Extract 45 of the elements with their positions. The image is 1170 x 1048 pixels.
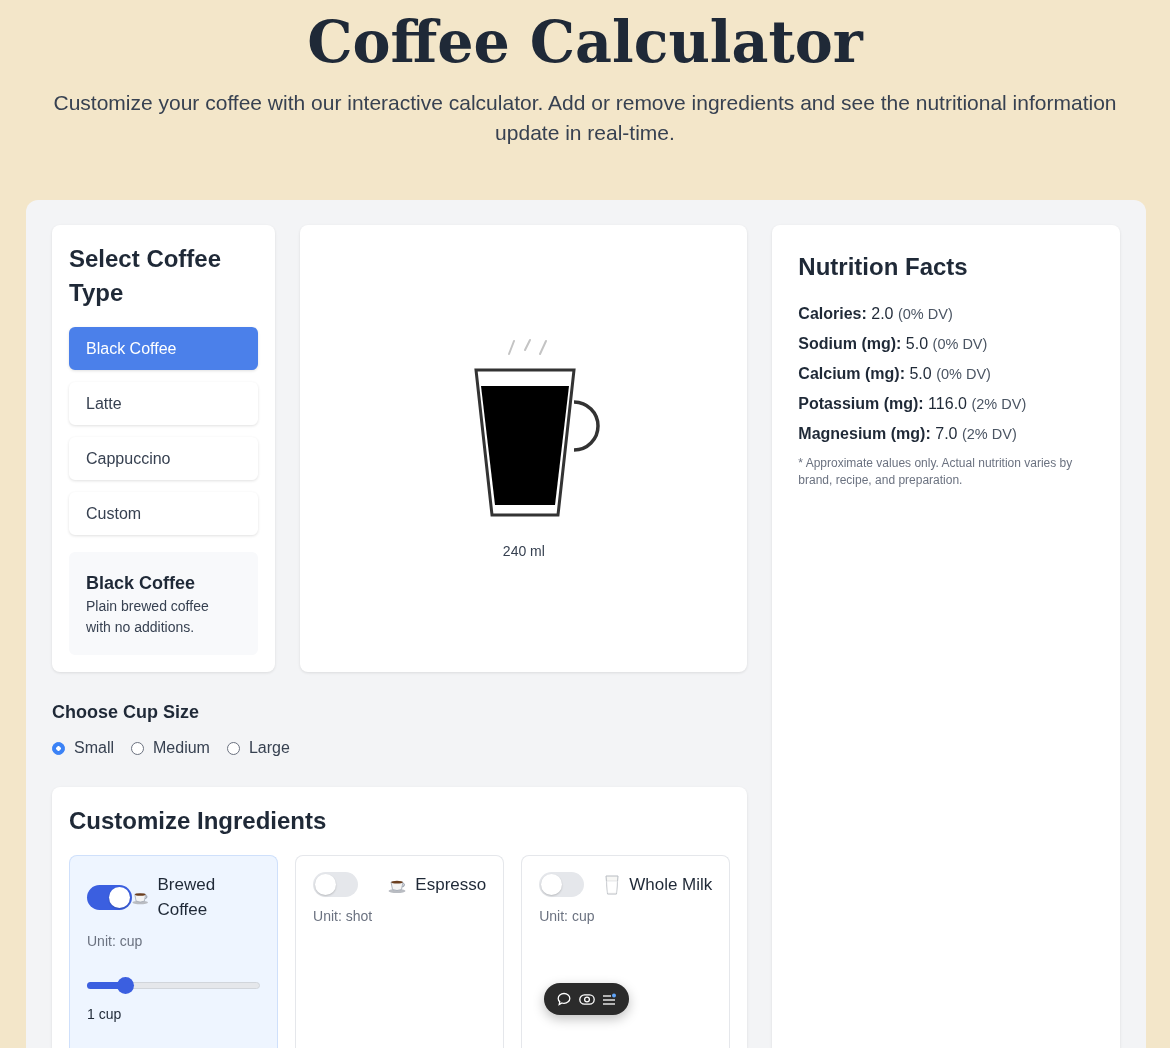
coffee-type-button[interactable]: Custom xyxy=(69,492,259,535)
coffee-type-button[interactable]: Latte xyxy=(69,382,259,425)
page-title: Coffee Calculator xyxy=(306,8,865,75)
ingredient-name: Espresso xyxy=(415,874,487,896)
description-text: Plain brewed coffee with no additions. xyxy=(86,597,210,637)
menu-icon xyxy=(601,992,616,1006)
chat-bubble-icon xyxy=(557,992,572,1006)
section-title: Nutrition Facts xyxy=(798,252,969,282)
slider-thumb[interactable] xyxy=(117,977,135,994)
section-title: Customize Ingredients xyxy=(69,806,328,836)
toggle-switch[interactable] xyxy=(539,872,585,897)
section-title: Choose Cup Size xyxy=(52,701,200,724)
volume-label: 240 ml xyxy=(502,541,545,561)
radio-button[interactable] xyxy=(52,741,65,755)
slider[interactable] xyxy=(87,977,261,993)
radio-button[interactable] xyxy=(226,741,240,755)
size-label[interactable]: Small xyxy=(74,736,114,760)
ingredient-name: Whole Milk xyxy=(629,874,713,896)
unit-label: Unit: cup xyxy=(87,932,144,951)
nutrient-line: Sodium (mg): 5.0 (0% DV) xyxy=(798,334,989,354)
section-title: Select Coffee Type xyxy=(69,244,223,308)
nutrient-line: Calcium (mg): 5.0 (0% DV) xyxy=(798,364,992,384)
disclaimer-note: * Approximate values only. Actual nutrition varies by brand, recipe, and preparation. xyxy=(798,455,1074,489)
coffee-type-button[interactable]: Black Coffee xyxy=(69,327,259,370)
toggle-switch[interactable] xyxy=(313,872,359,897)
radio-button[interactable] xyxy=(131,741,144,755)
nutrient-line: Potassium (mg): 116.0 (2% DV) xyxy=(798,394,1028,414)
unit-label: Unit: shot xyxy=(313,907,374,926)
size-label[interactable]: Medium xyxy=(153,736,210,760)
nutrient-line: Magnesium (mg): 7.0 (2% DV) xyxy=(798,424,1018,444)
unit-label: Unit: cup xyxy=(539,907,596,926)
steam-drawing xyxy=(508,338,548,355)
amount-label: 1 cup xyxy=(87,1005,123,1024)
view-button[interactable] xyxy=(578,992,595,1006)
toggle-switch[interactable] xyxy=(87,884,132,910)
milk-glass-icon xyxy=(604,874,621,895)
description-title: Black Coffee xyxy=(86,572,197,595)
eye-icon xyxy=(578,992,595,1006)
page-subtitle: Customize your coffee with our interactive calculator. Add or remove ingredients and see the nutritional information update in real-time. xyxy=(52,90,1118,146)
size-label[interactable]: Large xyxy=(248,736,290,760)
nutrient-line: Calories: 2.0 (0% DV) xyxy=(798,304,954,324)
menu-button[interactable] xyxy=(601,992,616,1006)
coffee-type-button[interactable]: Cappuccino xyxy=(69,437,259,480)
chat-button[interactable] xyxy=(557,992,572,1006)
ingredient-name: Brewed Coffee xyxy=(157,874,217,921)
